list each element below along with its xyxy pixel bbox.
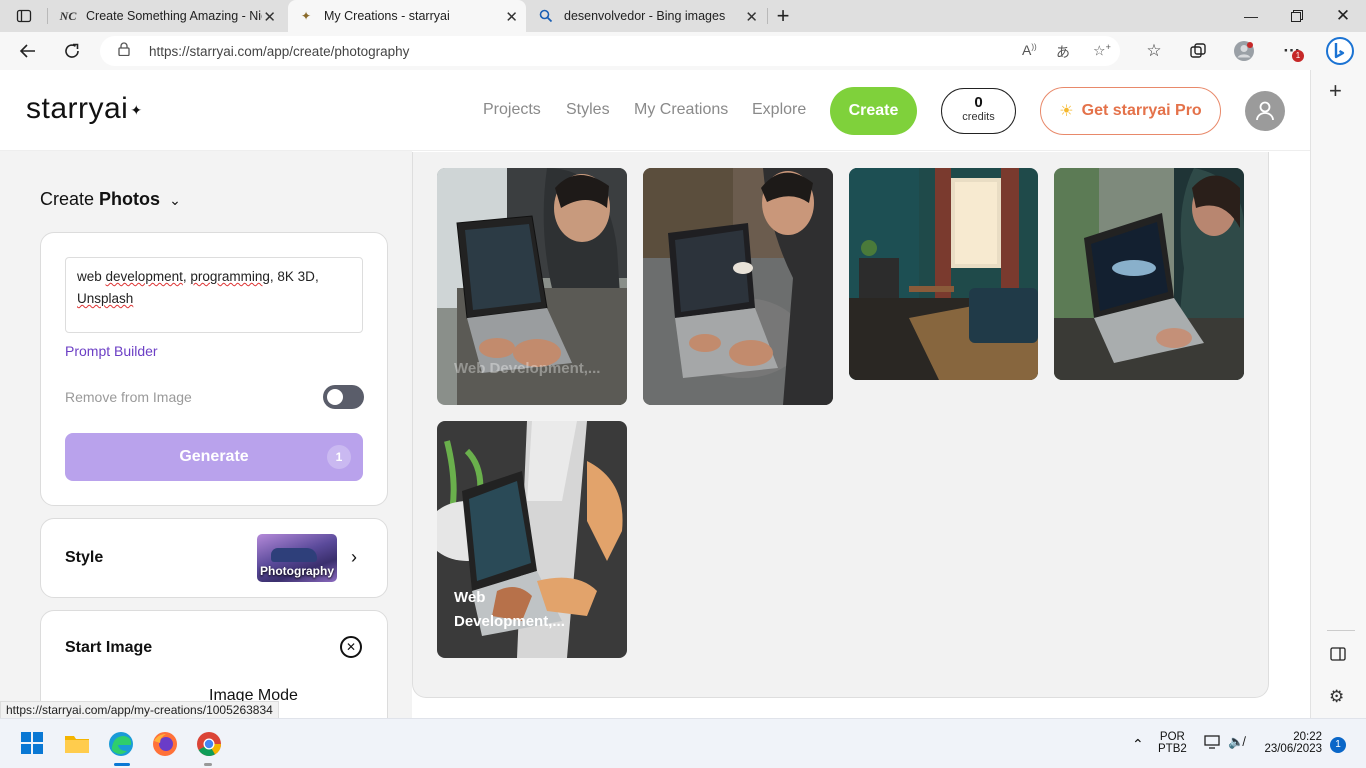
bing-copilot-icon[interactable] [1325, 36, 1355, 66]
starryai-page: starryai ✦ Projects Styles My Creations E… [0, 70, 1310, 718]
create-panel: Create Photos ⌄ web development, program… [0, 151, 412, 718]
browser-tab-strip: NC Create Something Amazing - Nig ✕ ✦ My… [0, 0, 1366, 32]
back-icon[interactable] [16, 39, 40, 63]
notification-badge[interactable]: 1 [1330, 737, 1346, 753]
browser-sidebar: + ⚙ [1310, 70, 1366, 718]
chevron-right-icon[interactable]: › [351, 547, 357, 568]
read-aloud-icon[interactable]: A)) [1022, 42, 1037, 58]
profile-icon[interactable] [1232, 39, 1256, 63]
lock-icon[interactable] [118, 42, 130, 59]
tab-nightcafe[interactable]: NC Create Something Amazing - Nig ✕ [52, 0, 284, 32]
input-language[interactable]: POR PTB2 [1158, 731, 1187, 755]
close-tab-icon[interactable]: ✕ [505, 8, 518, 26]
prompt-builder-link[interactable]: Prompt Builder [65, 343, 158, 359]
creations-gallery: Web Development,... Web Development,... [412, 152, 1269, 698]
credits-counter[interactable]: 0 credits [941, 88, 1016, 134]
create-button[interactable]: Create [830, 87, 917, 135]
credits-label: credits [962, 111, 995, 123]
add-favorite-icon[interactable]: ☆+ [1093, 42, 1111, 60]
close-tab-icon[interactable]: ✕ [263, 8, 276, 26]
restore-icon[interactable] [1274, 0, 1320, 32]
style-label: Style [65, 549, 104, 566]
creation-image[interactable] [1054, 168, 1244, 380]
prompt-card: web development, programming, 8K 3D, Unsp… [40, 232, 388, 506]
edge-browser-icon[interactable] [108, 731, 134, 757]
remove-from-image-toggle[interactable] [323, 385, 364, 409]
tab-my-creations[interactable]: ✦ My Creations - starryai ✕ [288, 0, 526, 32]
starryai-logo[interactable]: starryai ✦ [26, 92, 143, 126]
style-card[interactable]: Style Photography › [40, 518, 388, 598]
add-sidebar-icon[interactable]: + [1329, 78, 1342, 104]
windows-taskbar: ⌃ POR PTB2 🔈̸ 20:22 23/06/2023 1 [0, 718, 1366, 768]
sparkle-icon: ✦ [130, 101, 143, 118]
search-icon [538, 8, 554, 24]
hide-sidebar-icon[interactable] [1330, 647, 1346, 666]
firefox-icon[interactable] [152, 731, 178, 757]
collections-icon[interactable] [1186, 39, 1210, 63]
windows-start-icon[interactable] [20, 731, 46, 757]
url-text[interactable]: https://starryai.com/app/create/photogra… [149, 44, 409, 59]
creation-image[interactable]: Web Development,... [437, 421, 627, 658]
new-tab-icon[interactable]: + [760, 0, 806, 32]
prompt-input[interactable]: web development, programming, 8K 3D, Unsp… [65, 257, 363, 333]
style-thumbnail[interactable]: Photography [257, 534, 337, 582]
tray-overflow-icon[interactable]: ⌃ [1132, 736, 1144, 753]
nav-styles[interactable]: Styles [566, 101, 610, 119]
tab-actions-icon[interactable] [2, 0, 46, 32]
starryai-icon: ✦ [300, 9, 312, 23]
nav-projects[interactable]: Projects [483, 101, 541, 119]
creation-image[interactable]: Web Development,... [437, 168, 627, 405]
extension-badge: 1 [1292, 50, 1304, 62]
credits-value: 0 [974, 94, 983, 111]
image-caption: Web Development,... [454, 589, 565, 630]
create-mode-selector[interactable]: Create Photos ⌄ [40, 189, 181, 210]
user-avatar[interactable] [1245, 91, 1285, 131]
site-header: starryai ✦ Projects Styles My Creations E… [0, 70, 1310, 151]
image-caption: Web Development,... [454, 360, 601, 377]
clock[interactable]: 20:22 23/06/2023 [1258, 731, 1322, 755]
close-circle-icon[interactable]: ✕ [340, 636, 362, 658]
nightcafe-icon: NC [59, 8, 77, 23]
creation-image[interactable] [643, 168, 833, 405]
status-bar-link: https://starryai.com/app/my-creations/10… [0, 701, 279, 718]
tab-bing-images[interactable]: desenvolvedor - Bing images ✕ [530, 0, 766, 32]
minimize-icon[interactable]: — [1228, 0, 1274, 32]
settings-gear-icon[interactable]: ⚙ [1329, 687, 1344, 707]
nav-my-creations[interactable]: My Creations [634, 101, 728, 119]
refresh-icon[interactable] [60, 39, 84, 63]
start-image-label: Start Image [65, 639, 153, 656]
chrome-icon[interactable] [196, 731, 222, 757]
volume-muted-icon[interactable]: 🔈̸ [1228, 734, 1244, 750]
sun-icon: ☀ [1059, 103, 1074, 120]
browser-toolbar: https://starryai.com/app/create/photogra… [0, 32, 1366, 70]
translate-icon[interactable]: あ [1056, 42, 1070, 62]
file-explorer-icon[interactable] [64, 731, 90, 757]
close-tab-icon[interactable]: ✕ [745, 8, 758, 26]
get-pro-button[interactable]: ☀ Get starryai Pro [1040, 87, 1221, 135]
remove-from-image-label: Remove from Image [65, 389, 192, 405]
address-bar[interactable]: https://starryai.com/app/create/photogra… [100, 36, 1120, 66]
favorites-icon[interactable]: ☆ [1142, 39, 1166, 63]
network-icon[interactable] [1204, 735, 1220, 752]
nav-explore[interactable]: Explore [752, 101, 806, 119]
creation-image[interactable] [849, 168, 1038, 380]
chevron-down-icon: ⌄ [169, 192, 181, 208]
generate-button[interactable]: Generate 1 [65, 433, 363, 481]
generate-count-badge: 1 [327, 445, 351, 469]
close-window-icon[interactable]: ✕ [1320, 0, 1366, 32]
